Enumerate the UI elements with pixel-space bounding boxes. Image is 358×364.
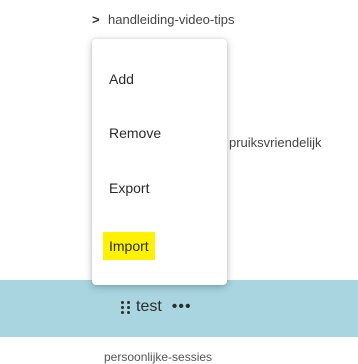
tree-item-label: test — [136, 298, 162, 315]
chevron-right-icon[interactable]: > — [92, 12, 108, 27]
menu-item-import[interactable]: Import — [103, 232, 155, 260]
more-options-icon[interactable]: ••• — [172, 298, 192, 316]
tree-item-label: pruiksvriendelijk — [229, 134, 322, 150]
context-menu: Add Remove Export Import — [92, 39, 227, 285]
tree-item-label: handleiding-video-tips — [108, 11, 235, 27]
tree-item-handleiding-video-tips[interactable]: > handleiding-video-tips — [92, 8, 234, 30]
menu-item-export[interactable]: Export — [105, 176, 153, 200]
menu-item-add[interactable]: Add — [105, 67, 138, 91]
tree-item-test-selected[interactable]: test ••• — [0, 280, 358, 337]
menu-item-remove[interactable]: Remove — [105, 121, 165, 145]
selected-item-content: test ••• — [121, 298, 192, 316]
tree-item-persoonlijke-sessies[interactable]: persoonlijke-sessies — [104, 350, 212, 364]
drag-handle-icon[interactable] — [121, 300, 130, 314]
